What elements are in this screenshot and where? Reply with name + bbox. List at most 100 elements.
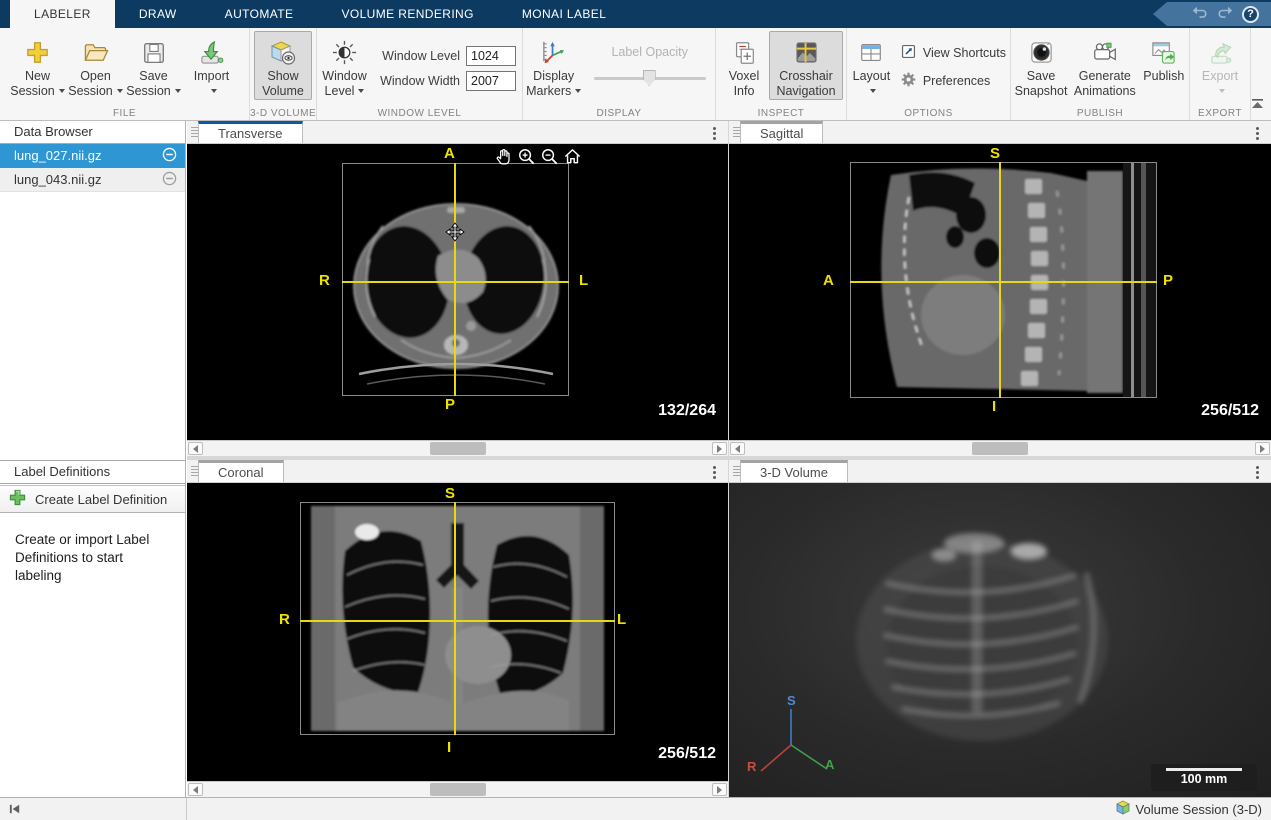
tab-labeler[interactable]: LABELER (10, 0, 115, 28)
coronal-tab[interactable]: Coronal (198, 460, 284, 482)
status-bar: Volume Session (3-D) (0, 797, 1271, 820)
display-markers-button[interactable]: Display Markers (525, 31, 582, 100)
label-opacity-label: Label Opacity (611, 45, 687, 59)
volume-3d-viewport[interactable]: S R A 100 mm (729, 483, 1271, 797)
scroll-right-button[interactable] (1255, 442, 1270, 455)
volume-rendering (824, 513, 1134, 763)
publish-button[interactable]: Publish (1141, 31, 1187, 85)
orientation-axes-indicator: S R A (745, 697, 837, 783)
home-view-icon[interactable] (562, 146, 582, 166)
volume-3d-tab[interactable]: 3-D Volume (740, 460, 848, 482)
sagittal-tab[interactable]: Sagittal (740, 121, 823, 143)
axis-label-right: R (747, 759, 756, 774)
crosshair-vertical[interactable] (454, 163, 456, 396)
layout-button[interactable]: Layout (849, 31, 894, 100)
export-label: Export (1202, 69, 1238, 83)
tab-monai-label[interactable]: MONAI LABEL (498, 0, 630, 28)
new-session-button[interactable]: New Session (9, 31, 67, 100)
sagittal-slice-scrollbar[interactable] (729, 440, 1271, 456)
scroll-left-button[interactable] (188, 783, 203, 796)
quick-access-toolbar: ? (1153, 2, 1271, 26)
panel-grip-icon[interactable] (191, 127, 198, 138)
gear-icon (900, 71, 917, 91)
voxel-info-button[interactable]: Voxel Info (719, 31, 769, 100)
undo-icon[interactable] (1192, 5, 1208, 24)
volume-3d-panel: 3-D Volume (729, 460, 1271, 797)
scroll-left-button[interactable] (188, 442, 203, 455)
dropdown-caret-icon (870, 89, 876, 93)
save-session-button[interactable]: Save Session (125, 31, 183, 100)
publish-icon (1150, 36, 1177, 69)
scrollbar-thumb[interactable] (430, 442, 486, 455)
create-label-definition-button[interactable]: Create Label Definition (0, 485, 185, 513)
scrollbar-thumb[interactable] (972, 442, 1028, 455)
help-button[interactable]: ? (1242, 6, 1259, 23)
remove-volume-icon[interactable] (162, 171, 177, 189)
ribbon-group-file: New Session Open Session Save Session Im… (0, 28, 250, 120)
open-session-button[interactable]: Open Session (67, 31, 125, 100)
panel-menu-icon[interactable] (713, 127, 716, 130)
coronal-viewport[interactable]: S I R L 256/512 (187, 483, 728, 781)
transverse-tab[interactable]: Transverse (198, 121, 303, 143)
coronal-slice-scrollbar[interactable] (187, 781, 728, 797)
show-volume-button[interactable]: Show Volume (254, 31, 312, 100)
scale-bar-line (1166, 768, 1242, 771)
data-browser-item-lung-027[interactable]: lung_027.nii.gz (0, 144, 185, 168)
panel-grip-icon[interactable] (733, 466, 740, 477)
scrollbar-thumb[interactable] (430, 783, 486, 796)
ribbon-group-publish: Save Snapshot Generate Animations Publis… (1011, 28, 1190, 120)
generate-animations-button[interactable]: Generate Animations (1069, 31, 1141, 100)
dropdown-caret-icon (211, 89, 217, 93)
new-session-label-2: Session (10, 84, 54, 98)
ribbon-group-3d-volume: Show Volume 3-D VOLUME (250, 28, 317, 120)
transverse-panel: Transverse (187, 121, 728, 456)
collapse-panel-icon[interactable] (8, 802, 22, 820)
crosshair-horizontal[interactable] (342, 281, 569, 283)
green-plus-icon (9, 489, 26, 509)
panel-menu-icon[interactable] (1256, 127, 1259, 130)
sagittal-viewport[interactable]: S I A P 256/512 (729, 144, 1271, 440)
generate-animations-label-2: Animations (1074, 84, 1136, 98)
redo-icon[interactable] (1217, 5, 1233, 24)
scroll-right-button[interactable] (712, 442, 727, 455)
save-snapshot-button[interactable]: Save Snapshot (1013, 31, 1069, 100)
tab-draw[interactable]: DRAW (115, 0, 201, 28)
window-level-btn-label-1: Window (322, 69, 366, 83)
options-column: View Shortcuts Preferences (900, 43, 1006, 91)
label-definitions-header: Label Definitions (0, 461, 185, 484)
panel-grip-icon[interactable] (191, 466, 198, 477)
scroll-right-button[interactable] (712, 783, 727, 796)
dropdown-caret-icon (358, 89, 364, 93)
transverse-slice-scrollbar[interactable] (187, 440, 728, 456)
slice-indicator: 256/512 (658, 745, 716, 763)
crosshair-vertical[interactable] (999, 162, 1001, 398)
panel-menu-icon[interactable] (1256, 466, 1259, 469)
collapse-ribbon-button[interactable] (1251, 96, 1264, 114)
window-level-input[interactable] (466, 46, 516, 66)
panel-grip-icon[interactable] (733, 127, 740, 138)
volume-3d-panel-header: 3-D Volume (729, 460, 1271, 483)
data-browser-item-lung-043[interactable]: lung_043.nii.gz (0, 168, 185, 192)
remove-volume-icon[interactable] (162, 147, 177, 165)
zoom-out-icon[interactable] (539, 146, 559, 166)
scroll-left-button[interactable] (730, 442, 745, 455)
left-sidebar: Data Browser lung_027.nii.gz lung_043.ni… (0, 121, 186, 797)
preferences-button[interactable]: Preferences (900, 71, 1006, 91)
pan-hand-icon[interactable] (493, 146, 513, 166)
tab-automate[interactable]: AUTOMATE (201, 0, 318, 28)
crosshair-vertical[interactable] (454, 502, 456, 735)
panel-menu-icon[interactable] (713, 466, 716, 469)
crosshair-navigation-button[interactable]: Crosshair Navigation (769, 31, 843, 100)
view-shortcuts-button[interactable]: View Shortcuts (900, 43, 1006, 63)
transverse-viewport[interactable]: A P R L 132/264 (187, 144, 728, 440)
tab-volume-rendering[interactable]: VOLUME RENDERING (317, 0, 497, 28)
crosshair-horizontal[interactable] (300, 620, 615, 622)
import-button[interactable]: Import (183, 31, 241, 100)
data-browser-header: Data Browser (0, 121, 185, 144)
zoom-in-icon[interactable] (516, 146, 536, 166)
dropdown-caret-icon (175, 89, 181, 93)
crosshair-horizontal[interactable] (850, 281, 1157, 283)
orientation-label-superior: S (445, 485, 455, 502)
window-width-input[interactable] (466, 71, 516, 91)
window-level-button[interactable]: Window Level (319, 31, 370, 100)
